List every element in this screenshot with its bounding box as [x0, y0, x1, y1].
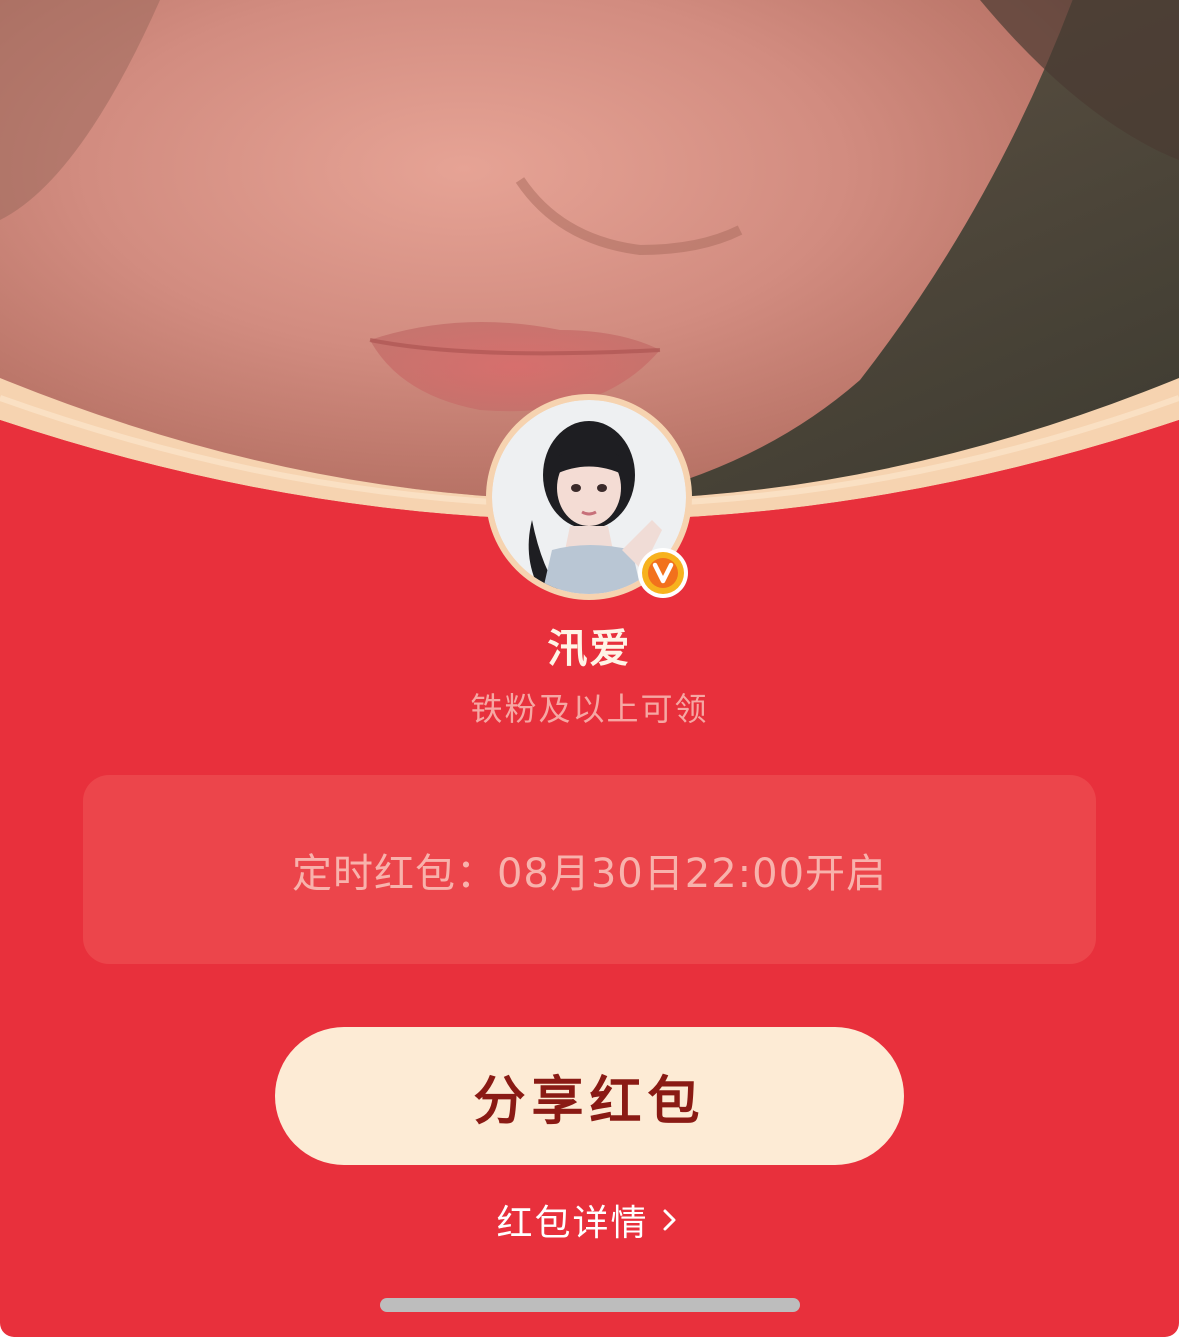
home-indicator[interactable]	[380, 1298, 800, 1312]
red-packet-details-link[interactable]: 红包详情	[0, 1194, 1179, 1246]
timer-text: 定时红包：08月30日22:00开启	[291, 850, 888, 897]
share-red-packet-button[interactable]: 分享红包	[275, 1027, 904, 1165]
details-link-label: 红包详情	[496, 1203, 649, 1244]
username: 汛爱	[547, 626, 632, 672]
timer-info-box: 定时红包：08月30日22:00开启	[83, 775, 1096, 964]
eligibility-text: 铁粉及以上可领	[470, 690, 709, 728]
share-button-label: 分享红包	[473, 1072, 706, 1131]
chevron-right-icon	[663, 1209, 675, 1231]
red-packet-card: 汛爱 铁粉及以上可领 定时红包：08月30日22:00开启 分享红包 红包详情	[0, 0, 1179, 1337]
verified-v-badge-icon	[638, 548, 688, 598]
